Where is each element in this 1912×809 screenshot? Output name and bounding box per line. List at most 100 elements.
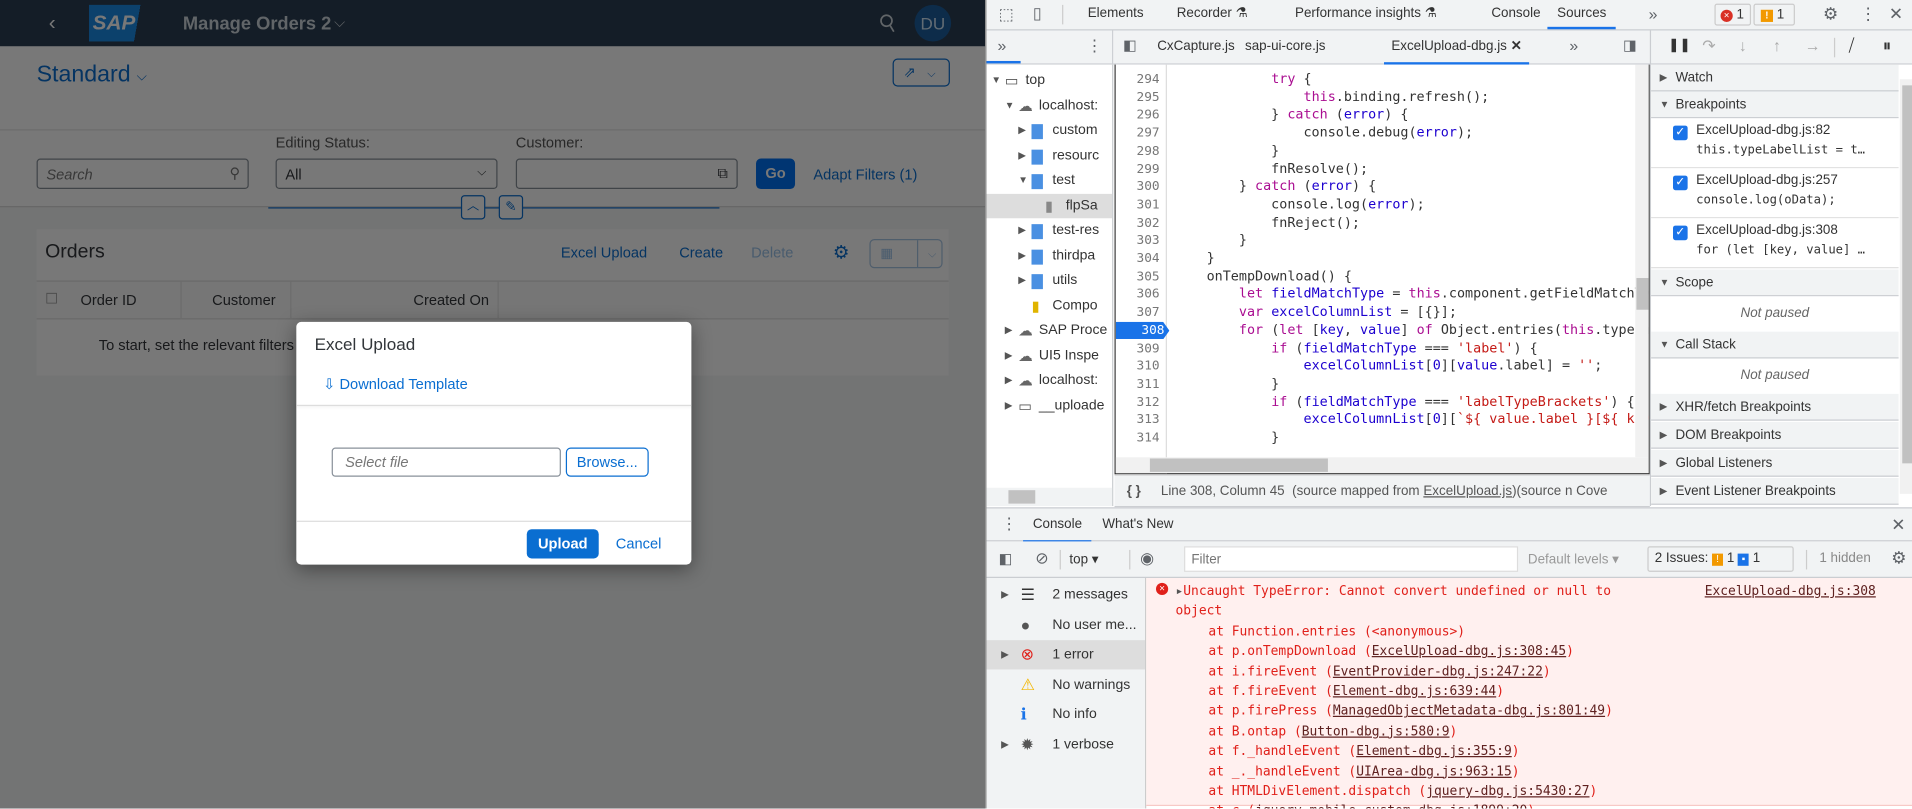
expand-arrow-right-icon[interactable]: ▶	[1018, 268, 1026, 293]
expand-arrow-right-icon[interactable]: ▶	[1005, 318, 1013, 343]
tree-item[interactable]: ▶ ☁ SAP Proce	[986, 318, 1112, 343]
expand-arrow-right-icon[interactable]: ▶	[1018, 243, 1026, 268]
tree-item[interactable]: ▮ flpSa	[986, 193, 1113, 219]
settings-gear-icon[interactable]: ⚙	[833, 241, 849, 264]
pane-header[interactable]: ▶ Event Listener Breakpoints	[1651, 478, 1899, 505]
error-message[interactable]: ▸Uncaught TypeError: Cannot convert unde…	[1175, 582, 1611, 602]
excel-upload-button[interactable]: Excel Upload	[561, 244, 647, 261]
avatar[interactable]: DU	[914, 4, 952, 42]
line-number[interactable]: 305	[1116, 268, 1165, 286]
search-icon[interactable]	[879, 13, 896, 33]
pause-icon[interactable]: ❚❚	[1668, 38, 1690, 52]
line-number[interactable]: 295	[1116, 89, 1165, 107]
stack-link[interactable]: UIArea-dbg.js:963:15	[1356, 764, 1512, 779]
chevron-down-icon[interactable]: ⌵	[137, 70, 147, 86]
chevron-down-icon[interactable]: ⌵	[916, 240, 936, 268]
step-out-icon[interactable]: ↑	[1773, 38, 1781, 54]
search-input[interactable]: Search ⚲	[36, 158, 249, 190]
value-help-icon[interactable]: ⧉	[718, 165, 728, 183]
call-stack-pane-header[interactable]: ▼ Call Stack	[1651, 331, 1899, 359]
line-number[interactable]: 307	[1116, 304, 1165, 322]
expand-arrow-right-icon[interactable]: ▶	[1001, 640, 1009, 669]
tree-item[interactable]: ▼ ▭ top	[986, 68, 1112, 93]
stack-link[interactable]: EventProvider-dbg.js:247:22	[1333, 664, 1543, 679]
stack-link[interactable]: Element-dbg.js:639:44	[1333, 684, 1496, 699]
deactivate-breakpoints-icon[interactable]: ⧸	[1849, 37, 1855, 54]
line-number[interactable]: 303	[1116, 232, 1165, 250]
console-sidebar-item[interactable]: ▶ ⊗ 1 error	[986, 640, 1146, 670]
code-editor[interactable]: 294 try {295 this.binding.refresh(); 296 …	[1114, 64, 1650, 475]
toggle-debugger-icon[interactable]: ◨	[1623, 38, 1637, 53]
tab-console[interactable]: Console	[1491, 0, 1540, 29]
issues-button[interactable]: 2 Issues: ! 1 ▪ 1	[1647, 546, 1794, 572]
line-number[interactable]: 301	[1116, 196, 1165, 214]
breakpoints-pane-header[interactable]: ▼ Breakpoints	[1651, 91, 1899, 119]
checkbox-checked-icon[interactable]: ✓	[1673, 225, 1688, 241]
close-icon[interactable]: ✕	[1891, 516, 1905, 533]
more-options-icon[interactable]: ⋮	[1086, 38, 1102, 54]
upload-button[interactable]: Upload	[526, 529, 599, 559]
error-source-link[interactable]: ExcelUpload-dbg.js:308	[1705, 582, 1876, 602]
line-number[interactable]: 300	[1116, 178, 1165, 196]
pane-header[interactable]: ▶ DOM Breakpoints	[1651, 421, 1899, 449]
expand-arrow-right-icon[interactable]: ▶	[1001, 730, 1009, 759]
line-number[interactable]: 298	[1116, 142, 1165, 160]
expand-arrow-right-icon[interactable]: ▶	[1005, 343, 1013, 368]
editor-tab[interactable]: CxCapture.js	[1157, 33, 1235, 62]
console-sidebar-item[interactable]: ⚠ No warnings	[986, 670, 1145, 699]
line-number[interactable]: 314	[1116, 429, 1165, 447]
line-number[interactable]: 296	[1116, 107, 1165, 125]
column-customer[interactable]: Customer	[212, 291, 275, 308]
editor-tab-active[interactable]: ExcelUpload-dbg.js ✕	[1384, 33, 1530, 65]
more-options-icon[interactable]: ⋮	[1001, 516, 1017, 532]
scroll-thumb[interactable]	[1149, 458, 1328, 472]
expand-arrow-right-icon[interactable]: ▶	[1018, 118, 1026, 143]
log-levels-dropdown[interactable]: Default levels ▾	[1528, 551, 1619, 567]
editor-vscrollbar[interactable]	[1635, 64, 1649, 458]
stack-link[interactable]: ManagedObjectMetadata-dbg.js:801:49	[1333, 704, 1605, 719]
editor-hscrollbar[interactable]	[1115, 457, 1649, 474]
tree-item[interactable]: ▶ ▇ utils	[986, 268, 1112, 293]
scope-pane-header[interactable]: ▼ Scope	[1651, 269, 1899, 297]
more-tabs-icon[interactable]: »	[1569, 38, 1578, 54]
clear-console-icon[interactable]: ⊘	[1035, 550, 1048, 566]
more-options-icon[interactable]: ⋮	[1860, 5, 1877, 22]
customer-input[interactable]: ⧉	[515, 158, 738, 190]
step-into-icon[interactable]: ↓	[1739, 38, 1747, 54]
pane-header[interactable]: ▶ Global Listeners	[1651, 449, 1899, 477]
download-template-link[interactable]: ⇩ Download Template	[323, 376, 468, 393]
line-number[interactable]: 310	[1116, 358, 1165, 376]
cancel-button[interactable]: Cancel	[616, 535, 662, 552]
chevron-down-icon[interactable]: ⌵	[334, 13, 345, 31]
share-button[interactable]: ⇗ ⌵	[892, 58, 950, 87]
tree-item[interactable]: ▶ ☁ UI5 Inspe	[986, 343, 1112, 368]
line-number[interactable]: 311	[1116, 375, 1165, 393]
context-selector[interactable]: top ▾	[1069, 551, 1098, 567]
adapt-filters-button[interactable]: Adapt Filters (1)	[813, 166, 917, 183]
line-number[interactable]: 313	[1116, 411, 1165, 429]
expand-arrow-down-icon[interactable]: ▼	[1005, 93, 1015, 118]
device-toolbar-icon[interactable]: ▯	[1033, 5, 1042, 21]
line-number[interactable]: 294	[1116, 71, 1165, 89]
step-over-icon[interactable]: ↷	[1702, 38, 1715, 54]
console-sidebar-item[interactable]: ▶ ☰ 2 messages	[986, 580, 1145, 609]
watch-pane-header[interactable]: ▶ Watch	[1651, 64, 1899, 92]
drawer-tab-whats-new[interactable]: What's New	[1102, 511, 1173, 540]
go-button[interactable]: Go	[756, 158, 796, 190]
stack-link[interactable]: Element-dbg.js:355:9	[1356, 744, 1512, 759]
settings-gear-icon[interactable]: ⚙	[1823, 5, 1838, 22]
editor-tab[interactable]: sap-ui-core.js	[1245, 33, 1326, 62]
error-count-badge[interactable]: × 1	[1714, 3, 1752, 26]
close-icon[interactable]: ✕	[1511, 39, 1522, 54]
file-input[interactable]: Select file	[331, 447, 561, 477]
scroll-thumb[interactable]	[1008, 490, 1036, 504]
navigator-hscrollbar[interactable]	[986, 487, 1113, 507]
expand-arrow-right-icon[interactable]: ▶	[1001, 580, 1009, 609]
expand-arrow-right-icon[interactable]: ▶	[1018, 218, 1026, 243]
line-number[interactable]: 312	[1116, 393, 1165, 411]
scroll-thumb[interactable]	[1902, 85, 1912, 464]
tree-item[interactable]: ▶ ▇ test-res	[986, 218, 1112, 243]
variant-selector[interactable]: Standard	[37, 62, 131, 89]
tree-item[interactable]: ▶ ▇ thirdpa	[986, 243, 1112, 268]
toggle-navigator-icon[interactable]: ◧	[1123, 38, 1137, 53]
